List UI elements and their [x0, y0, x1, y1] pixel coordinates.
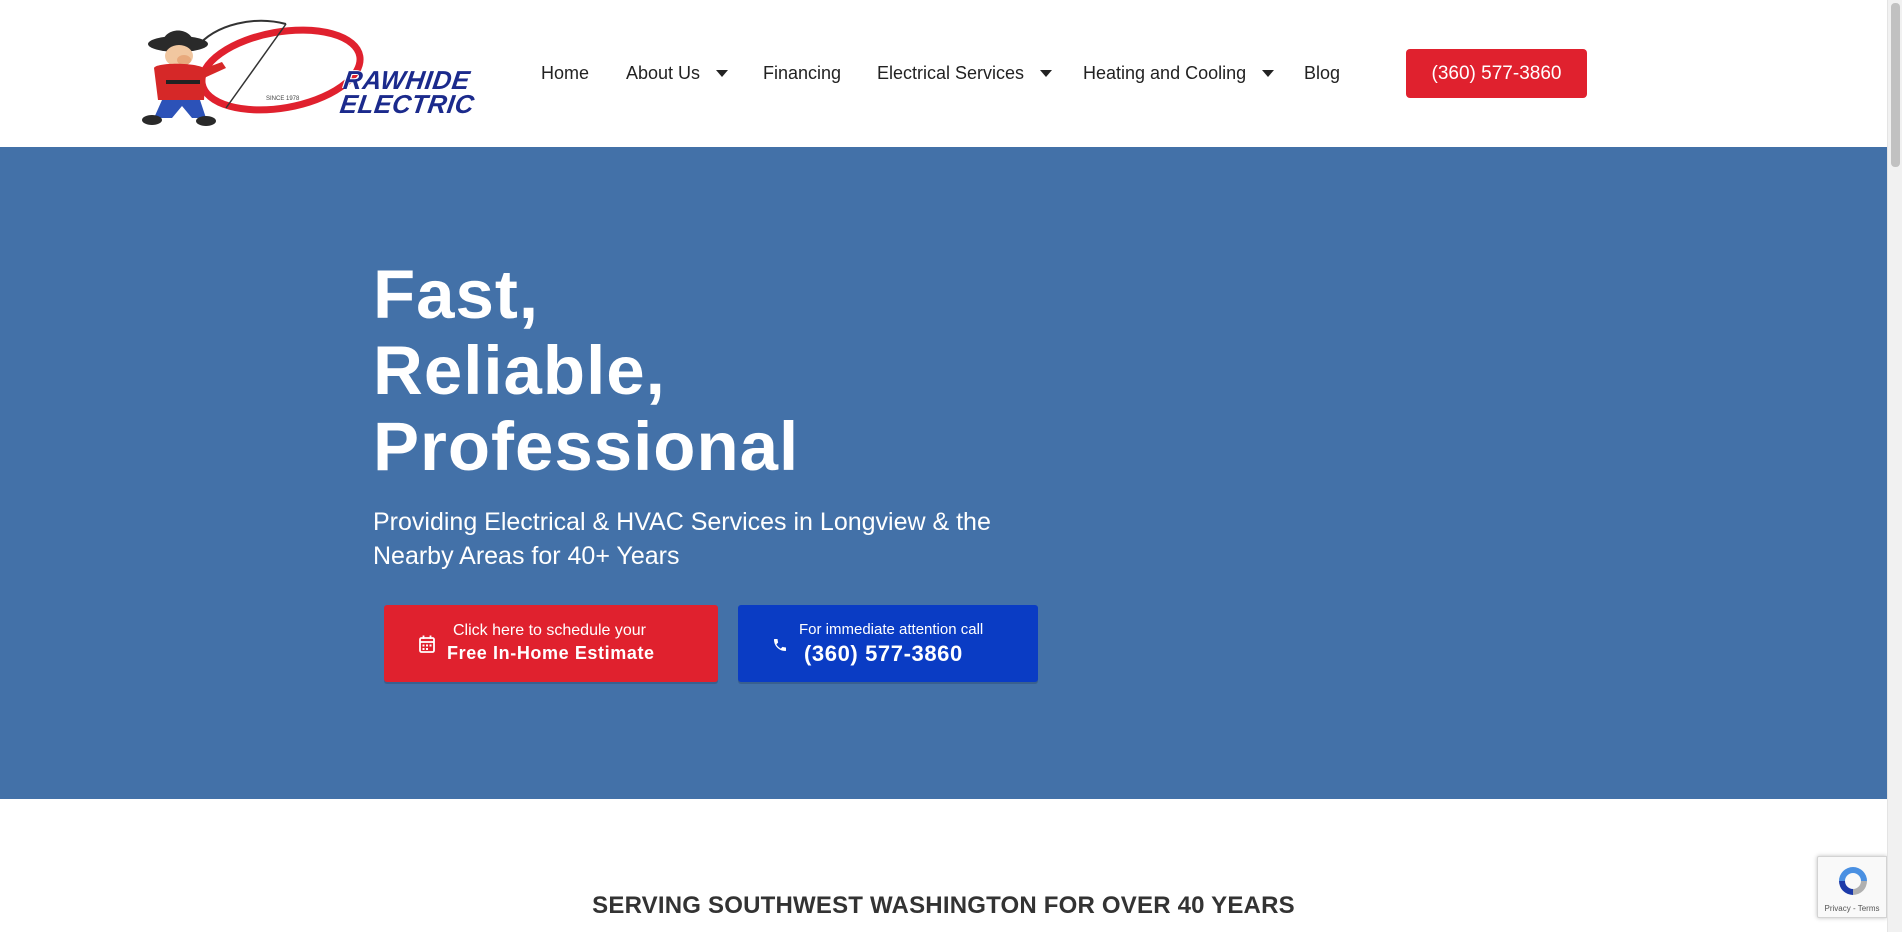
recaptcha-icon — [1839, 867, 1867, 895]
logo-line-2: ELECTRIC — [338, 89, 477, 119]
call-now-button[interactable]: For immediate attention call (360) 577-3… — [738, 605, 1038, 682]
caret-down-icon — [1262, 70, 1275, 77]
hero-title: Fast, Reliable, Professional — [373, 257, 799, 485]
phone-icon — [774, 639, 786, 651]
nav-item-electrical-services[interactable]: Electrical Services — [877, 63, 1053, 84]
section-heading: SERVING SOUTHWEST WASHINGTON FOR OVER 40… — [592, 892, 1295, 919]
hero-title-line: Fast, — [373, 256, 540, 333]
calendar-icon — [419, 635, 435, 653]
caret-down-icon — [716, 70, 729, 77]
hero-section: Fast, Reliable, Professional Providing E… — [0, 147, 1887, 799]
call-button-line-2: (360) 577-3860 — [804, 641, 963, 666]
hero-title-line: Professional — [373, 408, 800, 485]
logo-since-text: SINCE 1978 — [266, 96, 300, 102]
scrollbar-thumb[interactable] — [1891, 3, 1900, 167]
logo-wordmark: RAWHIDE ELECTRIC — [338, 65, 480, 119]
nav-item-label: About Us — [626, 63, 701, 83]
schedule-estimate-button[interactable]: Click here to schedule your Free In-Home… — [384, 605, 718, 682]
nav-item-label: Heating and Cooling — [1083, 63, 1247, 83]
estimate-button-line-2: Free In-Home Estimate — [447, 643, 655, 663]
hero-subtitle: Providing Electrical & HVAC Services in … — [373, 508, 991, 570]
nav-item-blog[interactable]: Blog — [1304, 63, 1340, 84]
hero-title-line: Reliable, — [373, 332, 666, 409]
header-phone-button[interactable]: (360) 577-3860 — [1406, 49, 1587, 98]
nav-item-financing[interactable]: Financing — [763, 63, 841, 84]
nav-item-about-us[interactable]: About Us — [626, 63, 729, 84]
page-scrollbar[interactable] — [1887, 0, 1902, 932]
nav-item-label: Financing — [763, 63, 842, 83]
logo-graphic: SINCE 1978 — [142, 19, 364, 126]
caret-down-icon — [1040, 70, 1053, 77]
rawhide-electric-logo[interactable]: SINCE 1978 RAWHIDE ELECTRIC — [136, 18, 476, 130]
call-button-line-1: For immediate attention call — [799, 621, 984, 638]
recaptcha-links[interactable]: Privacy - Terms — [1818, 904, 1886, 913]
nav-item-label: Home — [541, 63, 590, 83]
site-header: SINCE 1978 RAWHIDE ELECTRIC Home About U… — [0, 0, 1887, 147]
nav-item-heating-and-cooling[interactable]: Heating and Cooling — [1083, 63, 1275, 84]
nav-item-label: Electrical Services — [877, 63, 1025, 83]
recaptcha-badge[interactable]: Privacy - Terms — [1817, 856, 1887, 918]
estimate-button-line-1: Click here to schedule your — [453, 622, 646, 639]
header-phone-label: (360) 577-3860 — [1431, 62, 1562, 84]
nav-item-label: Blog — [1304, 63, 1341, 83]
nav-item-home[interactable]: Home — [541, 63, 589, 84]
